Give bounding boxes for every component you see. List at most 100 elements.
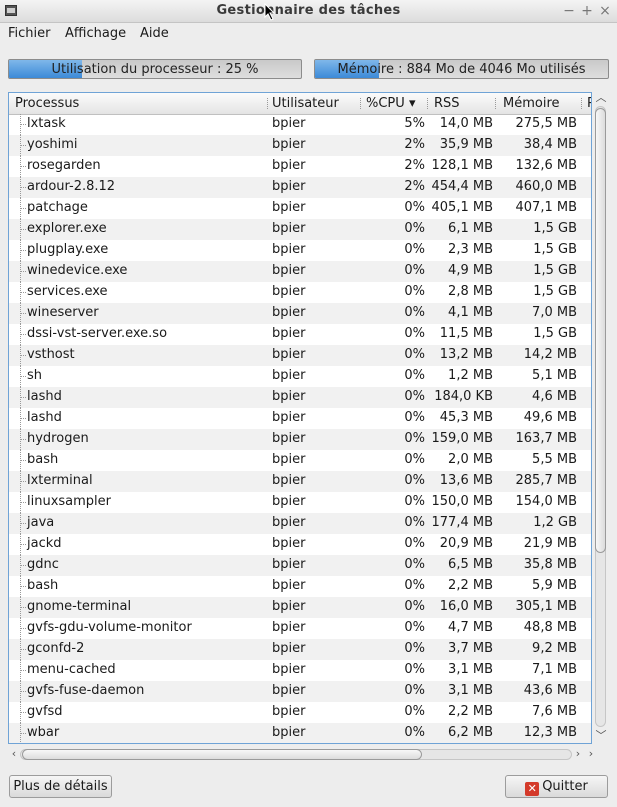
table-row[interactable]: lxterminal bpier 0% 13,6 MB 285,7 MB bbox=[9, 471, 591, 492]
vertical-scrollbar[interactable]: ︿ ﹀ bbox=[593, 92, 609, 744]
table-row[interactable]: lxtask bpier 5% 14,0 MB 275,5 MB bbox=[9, 114, 591, 135]
scroll-up-icon[interactable]: ︿ bbox=[595, 92, 607, 104]
menu-bar: Fichier Affichage Aide bbox=[0, 23, 617, 45]
process-cpu-cell: 0% bbox=[404, 242, 425, 257]
process-rss-cell: 1,2 MB bbox=[448, 368, 493, 383]
table-row[interactable]: menu-cached bpier 0% 3,1 MB 7,1 MB bbox=[9, 660, 591, 681]
table-row[interactable]: yoshimi bpier 2% 35,9 MB 38,4 MB bbox=[9, 135, 591, 156]
horizontal-scrollbar[interactable]: ‹ › › bbox=[8, 747, 593, 761]
tree-connector bbox=[20, 576, 27, 597]
quit-button[interactable]: ✕ Quitter bbox=[505, 775, 608, 798]
process-cpu-cell: 0% bbox=[404, 452, 425, 467]
table-row[interactable]: rosegarden bpier 2% 128,1 MB 132,6 MB bbox=[9, 156, 591, 177]
table-row[interactable]: gdnc bpier 0% 6,5 MB 35,8 MB bbox=[9, 555, 591, 576]
table-row[interactable]: linuxsampler bpier 0% 150,0 MB 154,0 MB bbox=[9, 492, 591, 513]
table-row[interactable]: sh bpier 0% 1,2 MB 5,1 MB bbox=[9, 366, 591, 387]
more-details-button[interactable]: Plus de détails bbox=[9, 775, 112, 798]
process-memory-cell: 1,2 GB bbox=[533, 515, 577, 530]
process-rss-cell: 2,2 MB bbox=[448, 704, 493, 719]
title-bar: Gestionnaire des tâches − + × bbox=[0, 0, 617, 23]
column-header-user[interactable]: Utilisateur bbox=[272, 96, 339, 111]
tree-connector bbox=[20, 660, 27, 681]
scroll-right-end-icon[interactable]: › bbox=[585, 747, 597, 761]
minimize-button[interactable]: − bbox=[561, 3, 577, 19]
process-memory-cell: 7,0 MB bbox=[532, 305, 577, 320]
table-row[interactable]: gvfs-gdu-volume-monitor bpier 0% 4,7 MB 48,8… bbox=[9, 618, 591, 639]
table-row[interactable]: bash bpier 0% 2,0 MB 5,5 MB bbox=[9, 450, 591, 471]
process-rss-cell: 2,8 MB bbox=[448, 284, 493, 299]
table-row[interactable]: winedevice.exe bpier 0% 4,9 MB 1,5 GB bbox=[9, 261, 591, 282]
process-rss-cell: 3,1 MB bbox=[448, 683, 493, 698]
process-user-cell: bpier bbox=[272, 599, 306, 614]
column-header-process[interactable]: Processus bbox=[15, 96, 79, 111]
vertical-scroll-thumb[interactable] bbox=[595, 108, 606, 553]
process-list[interactable]: Processus Utilisateur %CPU ▾ RSS Mémoire… bbox=[8, 92, 592, 744]
table-row[interactable]: wbar bpier 0% 6,2 MB 12,3 MB bbox=[9, 723, 591, 743]
table-row[interactable]: hydrogen bpier 0% 159,0 MB 163,7 MB bbox=[9, 429, 591, 450]
column-separator[interactable] bbox=[581, 98, 583, 109]
table-row[interactable]: explorer.exe bpier 0% 6,1 MB 1,5 GB bbox=[9, 219, 591, 240]
column-header-rss[interactable]: RSS bbox=[434, 96, 460, 111]
process-rss-cell: 4,1 MB bbox=[448, 305, 493, 320]
process-cpu-cell: 0% bbox=[404, 200, 425, 215]
tree-connector bbox=[20, 135, 27, 156]
process-cpu-cell: 0% bbox=[404, 431, 425, 446]
table-row[interactable]: ardour-2.8.12 bpier 2% 454,4 MB 460,0 MB bbox=[9, 177, 591, 198]
process-rss-cell: 14,0 MB bbox=[439, 116, 493, 131]
process-user-cell: bpier bbox=[272, 284, 306, 299]
column-header-row: Processus Utilisateur %CPU ▾ RSS Mémoire… bbox=[9, 93, 591, 115]
horizontal-scroll-thumb[interactable] bbox=[22, 749, 422, 760]
menu-aide[interactable]: Aide bbox=[140, 26, 169, 41]
process-name-cell: java bbox=[27, 515, 55, 530]
quit-button-label: Quitter bbox=[542, 779, 588, 794]
window-title: Gestionnaire des tâches bbox=[216, 3, 401, 18]
table-row[interactable]: lashd bpier 0% 45,3 MB 49,6 MB bbox=[9, 408, 591, 429]
column-separator[interactable] bbox=[267, 98, 269, 109]
process-rss-cell: 6,1 MB bbox=[448, 221, 493, 236]
table-row[interactable]: jackd bpier 0% 20,9 MB 21,9 MB bbox=[9, 534, 591, 555]
sort-descending-icon: ▾ bbox=[408, 96, 416, 111]
scroll-down-icon[interactable]: ﹀ bbox=[595, 730, 607, 742]
column-separator[interactable] bbox=[495, 98, 497, 109]
maximize-button[interactable]: + bbox=[579, 3, 595, 19]
menu-fichier[interactable]: Fichier bbox=[8, 26, 51, 41]
process-memory-cell: 35,8 MB bbox=[523, 557, 577, 572]
process-memory-cell: 38,4 MB bbox=[523, 137, 577, 152]
process-memory-cell: 4,6 MB bbox=[532, 389, 577, 404]
table-row[interactable]: bash bpier 0% 2,2 MB 5,9 MB bbox=[9, 576, 591, 597]
process-user-cell: bpier bbox=[272, 725, 306, 740]
scroll-left-icon[interactable]: ‹ bbox=[8, 747, 20, 761]
table-row[interactable]: java bpier 0% 177,4 MB 1,2 GB bbox=[9, 513, 591, 534]
process-memory-cell: 12,3 MB bbox=[523, 725, 577, 740]
process-name-cell: lashd bbox=[27, 389, 62, 404]
memory-usage-bar: Mémoire : 884 Mo de 4046 Mo utilisés bbox=[314, 59, 609, 79]
table-row[interactable]: dssi-vst-server.exe.so bpier 0% 11,5 MB 1,5 … bbox=[9, 324, 591, 345]
process-rss-cell: 4,9 MB bbox=[448, 263, 493, 278]
process-name-cell: ardour-2.8.12 bbox=[27, 179, 116, 194]
column-header-memory[interactable]: Mémoire bbox=[503, 96, 560, 111]
table-row[interactable]: vsthost bpier 0% 13,2 MB 14,2 MB bbox=[9, 345, 591, 366]
table-row[interactable]: plugplay.exe bpier 0% 2,3 MB 1,5 GB bbox=[9, 240, 591, 261]
process-rss-cell: 184,0 KB bbox=[434, 389, 493, 404]
process-cpu-cell: 0% bbox=[404, 725, 425, 740]
menu-affichage[interactable]: Affichage bbox=[65, 26, 126, 41]
close-window-button[interactable]: × bbox=[597, 3, 613, 19]
process-name-cell: gvfs-gdu-volume-monitor bbox=[27, 620, 192, 635]
tree-connector bbox=[20, 429, 27, 450]
process-rss-cell: 13,2 MB bbox=[439, 347, 493, 362]
column-separator[interactable] bbox=[360, 98, 362, 109]
table-row[interactable]: services.exe bpier 0% 2,8 MB 1,5 GB bbox=[9, 282, 591, 303]
table-row[interactable]: lashd bpier 0% 184,0 KB 4,6 MB bbox=[9, 387, 591, 408]
scroll-right-icon[interactable]: › bbox=[572, 747, 584, 761]
table-row[interactable]: gvfs-fuse-daemon bpier 0% 3,1 MB 43,6 MB bbox=[9, 681, 591, 702]
table-row[interactable]: wineserver bpier 0% 4,1 MB 7,0 MB bbox=[9, 303, 591, 324]
column-header-extra[interactable]: P bbox=[587, 96, 591, 111]
table-row[interactable]: patchage bpier 0% 405,1 MB 407,1 MB bbox=[9, 198, 591, 219]
column-separator[interactable] bbox=[427, 98, 429, 109]
process-cpu-cell: 0% bbox=[404, 704, 425, 719]
table-row[interactable]: gnome-terminal bpier 0% 16,0 MB 305,1 MB bbox=[9, 597, 591, 618]
table-row[interactable]: gvfsd bpier 0% 2,2 MB 7,6 MB bbox=[9, 702, 591, 723]
table-row[interactable]: gconfd-2 bpier 0% 3,7 MB 9,2 MB bbox=[9, 639, 591, 660]
process-user-cell: bpier bbox=[272, 536, 306, 551]
column-header-cpu[interactable]: %CPU ▾ bbox=[366, 96, 415, 111]
